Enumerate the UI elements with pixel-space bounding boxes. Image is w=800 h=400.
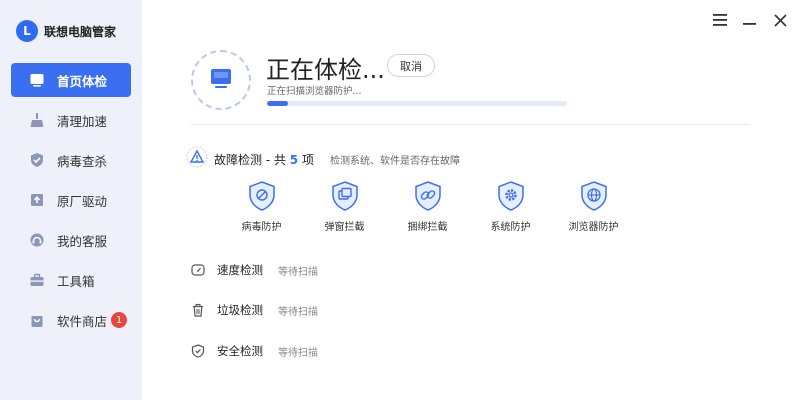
fault-detection-title: 故障检测 - 共 5 项 — [214, 152, 314, 167]
sidebar: L 联想电脑管家 首页体检 清理加速 病毒查杀 原厂驱动 我的客服 工具箱 软件… — [0, 0, 142, 400]
minimize-icon[interactable] — [742, 10, 758, 30]
check-label: 系统防护 — [490, 222, 531, 233]
popup-shield-icon — [329, 180, 361, 212]
fault-check-list: 病毒防护 弹窗拦截 捆绑拦截 系统防护 浏览器防护 — [220, 180, 635, 233]
check-item-popup-block: 弹窗拦截 — [303, 180, 386, 233]
fault-detection-header: 故障检测 - 共 5 项 检测系统、软件是否存在故障 — [186, 146, 460, 172]
check-label: 弹窗拦截 — [324, 222, 365, 233]
trash-icon — [191, 303, 205, 317]
sidebar-item-drivers[interactable]: 原厂驱动 — [11, 183, 131, 217]
sidebar-item-software-store[interactable]: 软件商店 1 — [11, 303, 131, 337]
task-name: 速度检测 — [217, 263, 263, 277]
gear-shield-icon — [495, 180, 527, 212]
virus-shield-icon — [246, 180, 278, 212]
shield-icon — [191, 344, 205, 358]
check-label: 捆绑拦截 — [407, 222, 448, 233]
sidebar-nav: 首页体检 清理加速 病毒查杀 原厂驱动 我的客服 工具箱 软件商店 1 — [11, 63, 131, 343]
sidebar-item-home-checkup[interactable]: 首页体检 — [11, 63, 131, 97]
check-item-virus-protection: 病毒防护 — [220, 180, 303, 233]
check-item-bundle-block: 捆绑拦截 — [386, 180, 469, 233]
scan-indicator — [191, 50, 251, 110]
task-name: 安全检测 — [217, 344, 263, 358]
task-status: 等待扫描 — [278, 266, 318, 278]
scan-progress-fill — [267, 101, 288, 106]
brand: L 联想电脑管家 — [16, 20, 116, 42]
sidebar-item-label: 我的客服 — [57, 233, 108, 249]
check-label: 浏览器防护 — [568, 222, 619, 233]
globe-shield-icon — [578, 180, 610, 212]
sidebar-item-label: 软件商店 — [57, 313, 108, 329]
sidebar-item-label: 原厂驱动 — [57, 193, 108, 209]
sidebar-item-virus-scan[interactable]: 病毒查杀 — [11, 143, 131, 177]
brand-logo: L — [16, 20, 38, 42]
task-row-speed-check: 速度检测 等待扫描 — [191, 262, 318, 278]
task-name: 垃圾检测 — [217, 303, 263, 317]
toolbox-icon — [28, 271, 46, 289]
task-status: 等待扫描 — [278, 306, 318, 318]
sidebar-item-label: 工具箱 — [57, 273, 95, 289]
check-item-system-protection: 系统防护 — [469, 180, 552, 233]
store-bag-icon — [28, 311, 46, 329]
monitor-icon — [208, 65, 234, 95]
task-row-junk-check: 垃圾检测 等待扫描 — [191, 302, 318, 318]
notification-badge: 1 — [111, 312, 127, 328]
sidebar-item-cleanup[interactable]: 清理加速 — [11, 103, 131, 137]
monitor-icon — [28, 71, 46, 89]
sidebar-item-label: 清理加速 — [57, 113, 108, 129]
shield-check-icon — [28, 151, 46, 169]
sidebar-item-support[interactable]: 我的客服 — [11, 223, 131, 257]
check-label: 病毒防护 — [241, 222, 282, 233]
sidebar-item-label: 病毒查杀 — [57, 153, 108, 169]
driver-box-icon — [28, 191, 46, 209]
task-status: 等待扫描 — [278, 347, 318, 359]
sidebar-item-label: 首页体检 — [57, 73, 108, 89]
scan-progress-bar — [267, 101, 567, 106]
scan-status-text: 正在扫描浏览器防护... — [267, 86, 362, 97]
fault-detection-description: 检测系统、软件是否存在故障 — [329, 155, 460, 167]
sidebar-item-toolbox[interactable]: 工具箱 — [11, 263, 131, 297]
scan-title: 正在体检... — [266, 56, 385, 84]
link-shield-icon — [412, 180, 444, 212]
cancel-button[interactable]: 取消 — [387, 54, 435, 77]
divider — [191, 124, 750, 125]
brand-name: 联想电脑管家 — [44, 24, 117, 39]
broom-icon — [28, 111, 46, 129]
speedometer-icon — [191, 263, 205, 277]
check-item-browser-protection: 浏览器防护 — [552, 180, 635, 233]
warning-shield-icon — [186, 146, 208, 172]
headset-icon — [28, 231, 46, 249]
fault-count: 5 — [289, 152, 299, 167]
close-icon[interactable] — [772, 10, 788, 30]
task-row-security-check: 安全检测 等待扫描 — [191, 343, 318, 359]
menu-icon[interactable] — [712, 10, 728, 30]
window-controls — [712, 10, 788, 30]
